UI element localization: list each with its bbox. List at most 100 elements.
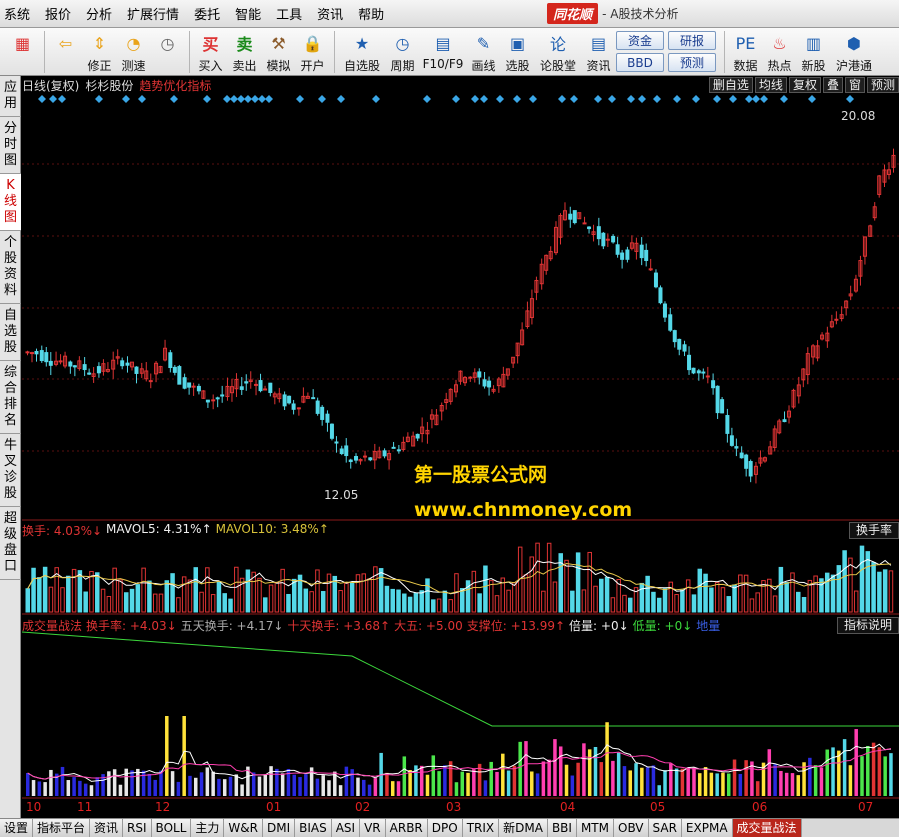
volume-strategy-bar xyxy=(466,772,470,796)
left-tab[interactable]: 自选股 xyxy=(0,304,21,361)
turnover-bar xyxy=(581,589,587,613)
turnover-bar xyxy=(853,590,859,613)
indicator-tab[interactable]: 成交量战法 xyxy=(732,819,802,837)
candle-body xyxy=(30,352,34,355)
indicator-tab[interactable]: W&R xyxy=(224,819,263,837)
menu-item[interactable]: 分析 xyxy=(86,4,112,23)
toolbar-button-hammer[interactable]: ⚒ 模拟 xyxy=(262,31,295,74)
left-tab-char: 分 xyxy=(3,121,17,136)
clock-icon: ◷ xyxy=(160,33,175,53)
toolbar-button-arrow-up-down[interactable]: ⇕ 修正 xyxy=(83,31,116,74)
toolbar-button-buy[interactable]: 买买入 xyxy=(194,31,227,74)
menu-item[interactable]: 委托 xyxy=(194,4,220,23)
candle-body xyxy=(125,362,130,366)
toolbar-button-sell[interactable]: 卖卖出 xyxy=(228,31,261,74)
menu-item[interactable]: 工具 xyxy=(276,4,302,23)
toolbar-button-new-stock[interactable]: ▥ 新股 xyxy=(797,31,830,74)
left-tab[interactable]: 牛叉诊股 xyxy=(0,434,21,507)
turnover-bar xyxy=(448,599,453,613)
toolbar-button-news[interactable]: ▤ 资讯 xyxy=(582,31,615,74)
volume-strategy-bar xyxy=(419,765,424,796)
menu-item[interactable]: 报价 xyxy=(45,4,71,23)
candle-body xyxy=(120,360,125,367)
indicator-tab[interactable]: ARBR xyxy=(385,819,428,837)
indicator-tab[interactable]: MTM xyxy=(576,819,614,837)
candle-body xyxy=(172,366,177,373)
menu-item[interactable]: 系统 xyxy=(4,4,30,23)
indicator-tab[interactable]: SAR xyxy=(648,819,682,837)
left-tab[interactable]: 综合排名 xyxy=(0,361,21,434)
turnover-bar xyxy=(604,576,610,613)
turnover-panel-tag[interactable]: 换手率 xyxy=(848,522,899,539)
toolbar-button-pen[interactable]: ✎ 画线 xyxy=(467,31,500,74)
volume-strategy-bar xyxy=(738,773,743,796)
indicator-tab[interactable]: DMI xyxy=(262,819,296,837)
indicator-tab[interactable]: BIAS xyxy=(295,819,332,837)
toolbar-button-pe[interactable]: PE 数据 xyxy=(729,31,762,74)
volume-strategy-bar xyxy=(460,771,464,796)
menu-item[interactable]: 智能 xyxy=(235,4,261,23)
turnover-bar xyxy=(622,594,627,613)
indicator-tab[interactable]: ASI xyxy=(331,819,361,837)
menu-item[interactable]: 资讯 xyxy=(317,4,343,23)
toolbar-button-f10[interactable]: ▤ F10/F9 xyxy=(420,31,466,72)
indicator-tab[interactable]: 主力 xyxy=(191,819,225,837)
volume-strategy-bar xyxy=(831,747,835,796)
volume-strategy-bar xyxy=(813,765,818,796)
indicator-tab[interactable]: 指标平台 xyxy=(33,819,91,837)
toolbar-button-speed[interactable]: ◔ 测速 xyxy=(117,31,150,74)
toolbar-button-star[interactable]: ★ 自选股 xyxy=(339,31,385,74)
indicator-tab[interactable]: 新DMA xyxy=(499,819,548,837)
indicator-tab[interactable]: 资讯 xyxy=(90,819,124,837)
turnover-bar xyxy=(123,592,129,613)
menu-item[interactable]: 扩展行情 xyxy=(127,4,179,23)
toolbar-button-back-arrow[interactable]: ⇦ xyxy=(49,31,82,57)
toolbar-label: 周期 xyxy=(390,59,415,73)
indicator-tab[interactable]: OBV xyxy=(614,819,649,837)
toolbar-button-select-stock[interactable]: ▣ 选股 xyxy=(501,31,534,74)
toolbar-button-hk-connect[interactable]: ⬢ 沪港通 xyxy=(831,31,877,74)
toolbar-button-hot[interactable]: ♨ 热点 xyxy=(763,31,796,74)
signal-diamond-icon xyxy=(296,95,304,103)
candle-body xyxy=(191,385,196,388)
volume-strategy-bar xyxy=(582,743,586,796)
strategy-panel-tag[interactable]: 指标说明 xyxy=(836,617,899,634)
indicator-tab[interactable]: BBI xyxy=(547,819,577,837)
indicator-tab[interactable]: VR xyxy=(360,819,386,837)
turnover-bar xyxy=(257,577,262,613)
toolbar-button-clock[interactable]: ◷ xyxy=(151,31,184,57)
watermark-title: 第一股票公式网 xyxy=(414,464,548,486)
toolbar-text-button[interactable]: BBD xyxy=(616,53,664,72)
toolbar-button-column: 研报 预测 xyxy=(668,31,716,75)
indicator-tab[interactable]: RSI xyxy=(123,819,152,837)
left-tab[interactable]: 分时图 xyxy=(0,117,21,174)
volume-strategy-bar xyxy=(373,778,378,796)
toolbar-text-button[interactable]: 预测 xyxy=(668,53,716,72)
turnover-bar xyxy=(483,565,488,613)
toolbar-button-forum[interactable]: 论论股堂 xyxy=(535,31,581,74)
signal-diamond-icon xyxy=(251,95,259,103)
toolbar-text-button[interactable]: 资金 xyxy=(616,31,664,50)
toolbar-button-windows-grid[interactable]: ▦ xyxy=(6,31,39,57)
indicator-tab[interactable]: BOLL xyxy=(151,819,192,837)
volume-strategy-bar xyxy=(95,777,100,796)
turnover-bar xyxy=(280,568,285,613)
toolbar-button-period[interactable]: ◷ 周期 xyxy=(386,31,419,74)
indicator-tab[interactable]: TRIX xyxy=(462,819,500,837)
indicator-tab[interactable]: 设置 xyxy=(0,819,34,837)
turnover-bar xyxy=(315,569,320,613)
indicator-tab[interactable]: EXPMA xyxy=(681,819,733,837)
left-tab[interactable]: 超级盘口 xyxy=(0,507,21,580)
left-tab[interactable]: 个股资料 xyxy=(0,231,21,304)
signal-diamond-icon xyxy=(372,95,380,103)
candle-body xyxy=(148,380,153,383)
kline-chart[interactable]: 20.08 12.05 xyxy=(22,76,899,800)
sell-icon: 卖 xyxy=(236,35,253,54)
toolbar-text-button[interactable]: 研报 xyxy=(668,31,716,50)
left-tab[interactable]: 应用 xyxy=(0,76,21,117)
toolbar-button-lock[interactable]: 🔒 开户 xyxy=(296,31,329,74)
left-tab[interactable]: K线图 xyxy=(0,174,21,231)
menu-item[interactable]: 帮助 xyxy=(358,4,384,23)
indicator-tab[interactable]: DPO xyxy=(427,819,463,837)
volume-strategy-bar xyxy=(194,777,198,796)
